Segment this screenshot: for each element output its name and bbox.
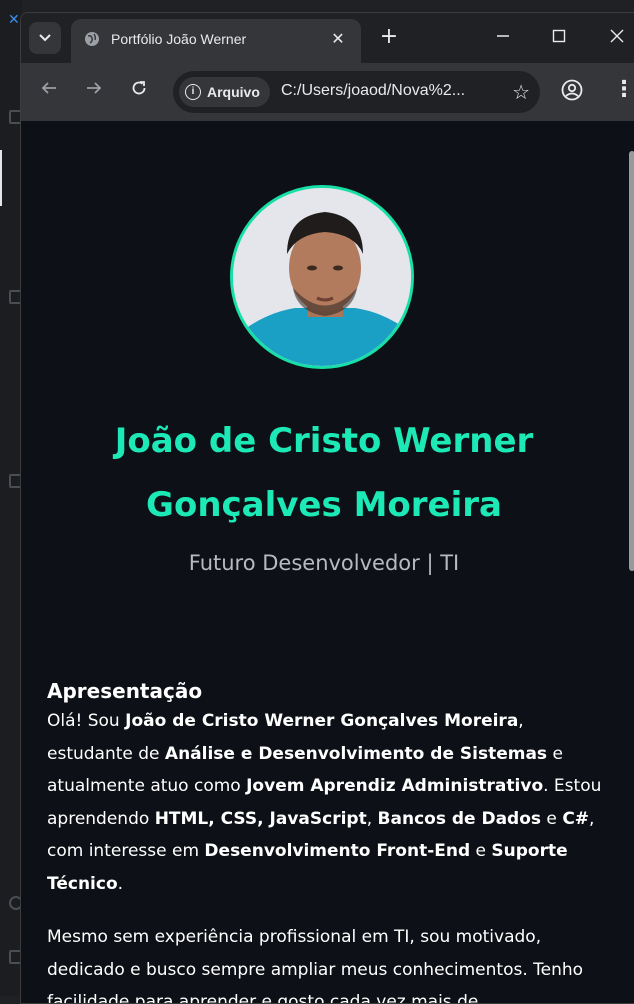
- info-icon: i: [185, 84, 201, 100]
- second-paragraph: Mesmo sem experiência profissional em TI…: [47, 927, 584, 1003]
- arrow-right-icon: [87, 82, 102, 94]
- background-app-sidebar: ✕: [0, 0, 23, 996]
- profile-photo: [230, 185, 414, 369]
- section-heading: Apresentação: [47, 679, 203, 703]
- minimize-icon: [497, 35, 509, 37]
- page-title: João de Cristo Werner Gonçalves Moreira: [114, 421, 534, 525]
- profile-photo-illustration: [233, 188, 411, 366]
- intro-paragraph: Olá! Sou João de Cristo Werner Gonçalves…: [47, 705, 607, 900]
- reload-icon: [132, 81, 146, 95]
- tab-title: Portfólio João Werner: [111, 31, 247, 47]
- bold-text: Jovem Aprendiz Administrativo: [246, 776, 544, 796]
- back-button[interactable]: [35, 77, 63, 105]
- tab-search-button[interactable]: [29, 22, 61, 54]
- vscode-icon: ✕: [8, 12, 20, 28]
- forward-button[interactable]: [80, 77, 108, 105]
- url-text[interactable]: C:/Users/joaod/Nova%2...: [281, 82, 465, 100]
- menu-kebab-icon[interactable]: ⋮: [613, 77, 634, 103]
- tab-strip: Portfólio João Werner ✕ +: [21, 13, 634, 63]
- bookmark-star-icon[interactable]: ☆: [512, 81, 530, 103]
- text: Olá! Sou: [47, 711, 126, 731]
- bold-text: HTML, CSS, JavaScript: [154, 808, 367, 829]
- bold-text: Desenvolvimento Front-End: [204, 841, 471, 861]
- address-bar[interactable]: i Arquivo C:/Users/joaod/Nova%2... ☆: [173, 71, 540, 113]
- close-icon: [610, 29, 624, 43]
- bold-text: Análise e Desenvolvimento de Sistemas: [164, 743, 548, 764]
- subtitle: Futuro Desenvolvedor | TI: [188, 551, 460, 575]
- chevron-down-icon: [39, 34, 51, 42]
- bold-text: Bancos de Dados: [377, 808, 542, 829]
- browser-toolbar: i Arquivo C:/Users/joaod/Nova%2... ☆ ⋮: [21, 63, 634, 121]
- maximize-icon: [552, 29, 566, 43]
- tab-portfolio[interactable]: Portfólio João Werner ✕: [71, 19, 361, 63]
- bold-text: C#: [562, 808, 590, 829]
- site-info-chip[interactable]: i Arquivo: [179, 77, 270, 107]
- arrow-left-icon: [41, 82, 56, 94]
- active-indicator: [0, 150, 2, 206]
- reload-button[interactable]: [125, 77, 153, 105]
- new-tab-button[interactable]: +: [377, 25, 401, 49]
- minimize-button[interactable]: [483, 25, 523, 51]
- text: e: [541, 808, 563, 829]
- close-tab-icon[interactable]: ✕: [327, 28, 349, 50]
- scrollbar[interactable]: [629, 151, 634, 571]
- maximize-button[interactable]: [539, 25, 579, 51]
- profile-icon[interactable]: [561, 79, 583, 101]
- close-window-button[interactable]: [597, 25, 634, 51]
- page-content: João de Cristo Werner Gonçalves Moreira …: [21, 121, 634, 1003]
- browser-window: Portfólio João Werner ✕ + i Arquivo C:/U…: [20, 12, 634, 1004]
- globe-icon: [85, 32, 99, 46]
- text: ,: [366, 808, 378, 829]
- text: e: [470, 841, 492, 861]
- text: .: [117, 873, 124, 894]
- site-info-label: Arquivo: [207, 84, 260, 100]
- bold-text: João de Cristo Werner Gonçalves Moreira: [125, 711, 519, 731]
